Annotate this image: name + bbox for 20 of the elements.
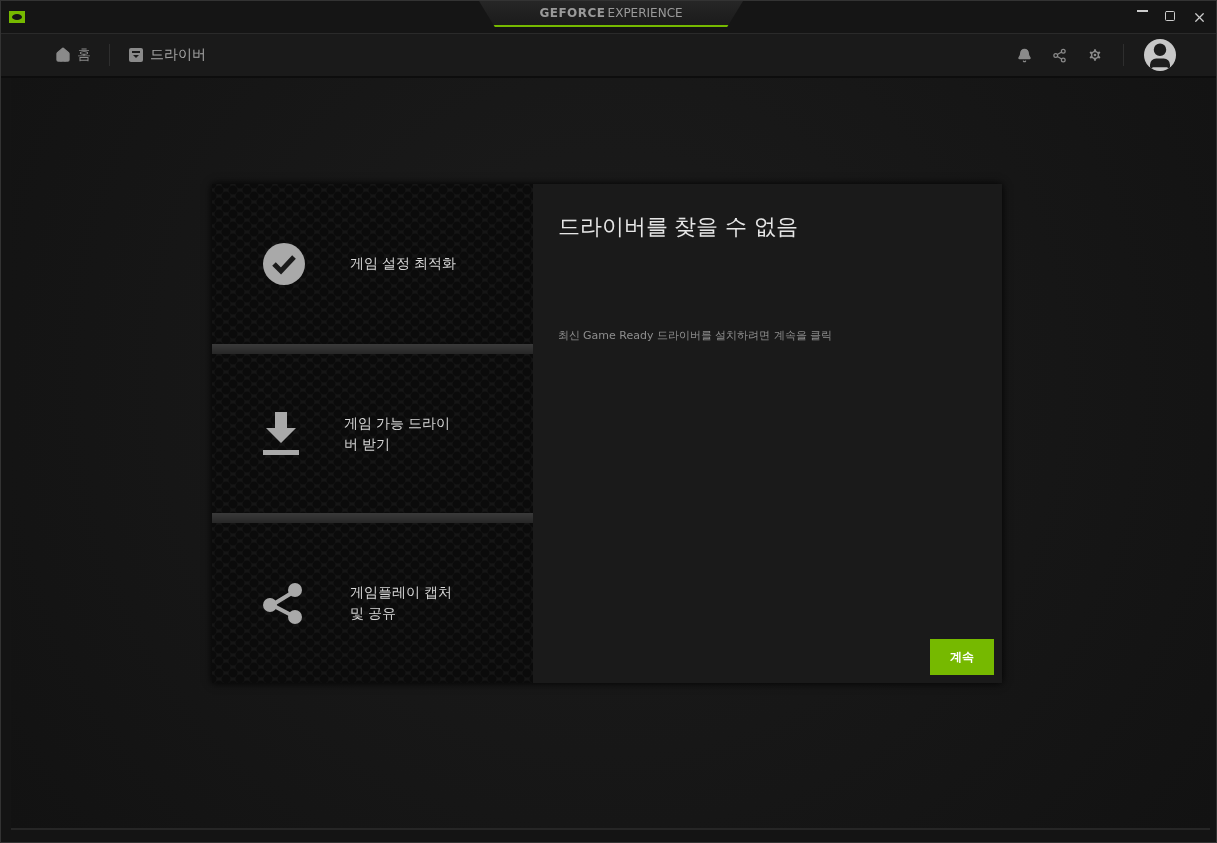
home-icon [55, 47, 71, 63]
download-icon [261, 411, 300, 456]
feature-label: 게임 가능 드라이 버 받기 [343, 413, 451, 454]
feature-label: 게임플레이 캡처 및 공유 [349, 583, 452, 624]
minimize-icon [1137, 9, 1148, 12]
avatar[interactable] [1144, 39, 1176, 71]
notification-icon[interactable] [1017, 47, 1032, 63]
settings-icon[interactable] [1087, 47, 1103, 63]
nav-tab[interactable]: 드라이버 [124, 46, 210, 64]
logo-brand: GEFORCE [539, 6, 606, 20]
box-icon [128, 47, 144, 63]
panel-title: 드라이버를 찾을 수 없음 [557, 213, 800, 241]
logo-product: EXPERIENCE [607, 6, 683, 20]
nav-tab[interactable]: 홈 [51, 46, 95, 64]
eye-logo-icon [9, 11, 25, 23]
feature-label: 게임 설정 최적화 [349, 254, 457, 274]
maximize-icon [1164, 9, 1176, 22]
checkmark-circle-icon [261, 241, 306, 286]
share-icon[interactable] [1052, 47, 1067, 63]
panel-description: 최신 Game Ready 드라이버를 설치하려면 계속을 클릭 [557, 328, 834, 343]
